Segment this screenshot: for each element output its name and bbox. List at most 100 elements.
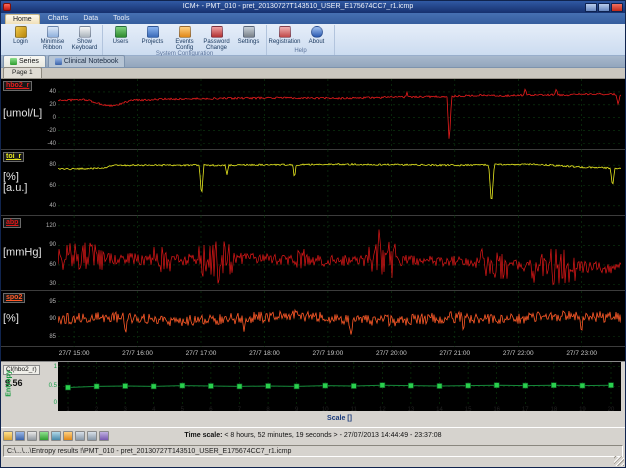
time-label-27-7-21-00: 27/7 21:00 <box>439 350 471 357</box>
time-label-27-7-22-00: 27/7 22:00 <box>502 350 534 357</box>
signal-label-hbo2-r[interactable]: hbo2_r <box>3 81 33 91</box>
chart-panel-spo2: spo2 [%] 95 90 85 <box>1 291 625 347</box>
tab-clinical-notebook[interactable]: Clinical Notebook <box>47 55 126 67</box>
app-icon[interactable] <box>3 3 11 11</box>
signal-label-toi-r[interactable]: toi_r <box>3 152 25 162</box>
open-icon[interactable] <box>3 430 13 441</box>
ribbon-button-label: About <box>308 39 325 45</box>
ribbon-button-label: Password Change <box>203 39 230 51</box>
ribbon-button-label: Login <box>13 39 28 45</box>
scale-tick-11: 11 <box>350 407 357 413</box>
time-label-27-7-15-00: 27/7 15:00 <box>58 350 90 357</box>
time-range-value: - 27/07/2013 14:44:49 - 23:37:08 <box>339 432 442 439</box>
ribbon-button-events-config[interactable]: Events Config <box>169 25 200 51</box>
unit-label-spo2: [%] <box>3 312 19 324</box>
ribbon-button-users[interactable]: Users <box>105 25 136 45</box>
events-icon[interactable] <box>63 430 73 441</box>
plot-abp[interactable] <box>57 216 622 296</box>
tab-charts[interactable]: Charts <box>41 14 76 24</box>
unit-label-toi-r: [%] [a.u.] <box>3 170 28 194</box>
signal-label-abp[interactable]: abp <box>3 218 22 228</box>
projects-icon <box>146 26 159 38</box>
tab-clinical-notebook-label: Clinical Notebook <box>63 58 119 65</box>
ribbon-button-label: Events Config <box>175 39 194 51</box>
y-tick-label: 90 <box>49 242 56 249</box>
scale-tick-5: 5 <box>180 407 184 413</box>
ribbon-button-login[interactable]: Login <box>5 25 36 45</box>
ribbon-tab-bar: Home Charts Data Tools <box>1 13 625 24</box>
bottom-toolbar: Time scale: < 8 hours, 52 minutes, 19 se… <box>1 427 625 443</box>
page-tab-bar: Page 1 <box>1 67 625 79</box>
time-label-27-7-19-00: 27/7 19:00 <box>312 350 344 357</box>
save-icon[interactable] <box>15 430 25 441</box>
print-icon[interactable] <box>27 430 37 441</box>
plot-hbo2-r[interactable] <box>57 79 622 155</box>
tab-data[interactable]: Data <box>76 14 105 24</box>
ribbon-group-buttons: Users Projects Events Config Password Chang… <box>105 25 264 51</box>
panel-margin-toi-r: toi_r [%] [a.u.] 80 60 40 <box>1 150 58 215</box>
ribbon-group-buttons: Registration About <box>269 25 332 48</box>
scale-tick-4: 4 <box>152 407 156 413</box>
keyboard-icon <box>78 26 91 38</box>
tab-series[interactable]: Series <box>3 55 46 67</box>
plot-spo2[interactable] <box>57 291 622 352</box>
panel-margin-hbo2-r: hbo2_r [umol/L] 40 20 0 -20 -40 <box>1 79 58 149</box>
close-button[interactable] <box>611 2 623 12</box>
y-tick-label: 60 <box>49 182 56 189</box>
entropy-axis-title: Entropy <box>5 370 13 397</box>
tab-page-1[interactable]: Page 1 <box>3 67 42 78</box>
y-tick-label: 20 <box>49 101 56 108</box>
entropy-x-axis-title: Scale [] <box>327 415 352 422</box>
minimize-button[interactable] <box>585 2 597 12</box>
ribbon-button-password-change[interactable]: Password Change <box>201 25 232 51</box>
scale-tick-14: 14 <box>436 407 443 413</box>
chart-icon[interactable] <box>39 430 49 441</box>
time-scale-value: < 8 hours, 52 minutes, 19 seconds > <box>224 432 338 439</box>
tab-tools[interactable]: Tools <box>106 14 136 24</box>
ribbon-button-registration[interactable]: Registration <box>269 25 301 45</box>
chart-panel-hbo2-r: hbo2_r [umol/L] 40 20 0 -20 -40 <box>1 79 625 150</box>
y-tick-label: 30 <box>49 281 56 288</box>
ribbon-button-projects[interactable]: Projects <box>137 25 168 45</box>
maximize-button[interactable] <box>598 2 610 12</box>
scale-tick-15: 15 <box>464 407 472 413</box>
ribbon-button-settings[interactable]: Settings <box>233 25 264 45</box>
window-title: ICM+ - PMT_010 - pret_20130727T143510_US… <box>182 3 414 10</box>
filter-icon[interactable] <box>99 430 109 441</box>
scale-tick-2: 2 <box>94 407 99 413</box>
time-axis: 27/7 15:00 27/7 16:00 27/7 17:00 27/7 18:00… <box>1 347 625 361</box>
plot-toi-r[interactable] <box>57 150 622 221</box>
scale-tick-7: 7 <box>237 407 242 413</box>
ribbon-group-help: Registration About Help <box>267 25 335 55</box>
scale-tick-19: 19 <box>579 407 586 413</box>
scale-tick-17: 17 <box>521 407 529 413</box>
y-tick-label: 40 <box>49 88 56 95</box>
scale-tick-9: 9 <box>294 407 299 413</box>
scale-tick-12: 12 <box>379 407 386 413</box>
scale-tick-8: 8 <box>266 407 270 413</box>
file-path: C:\...\...\Entropy results !\PMT_010 - p… <box>3 445 623 457</box>
ribbon-button-about[interactable]: About <box>301 25 332 45</box>
y-tick-label: 0 <box>52 114 56 121</box>
entropy-plot[interactable] <box>58 362 621 411</box>
entropy-y-tick: 1 <box>53 363 57 370</box>
panel-margin-spo2: spo2 [%] 95 90 85 <box>1 291 58 346</box>
zoom-out-icon[interactable] <box>87 430 97 441</box>
unit-label-abp: [mmHg] <box>3 246 42 259</box>
ribbon-button-minimise-ribbon[interactable]: Minimise Ribbon <box>37 25 68 51</box>
tab-home[interactable]: Home <box>5 14 40 24</box>
y-tick-label: 120 <box>45 222 56 229</box>
resize-grip[interactable] <box>614 456 624 466</box>
signal-label-spo2[interactable]: spo2 <box>3 293 26 303</box>
document-tab-bar: Series Clinical Notebook <box>1 55 625 68</box>
zoom-in-icon[interactable] <box>75 430 85 441</box>
y-tick-label: 60 <box>49 261 56 268</box>
entropy-margin: Cl(hbo2_r) 9.56 Entropy 1 0.5 0 <box>1 362 58 428</box>
table-icon[interactable] <box>51 430 61 441</box>
chart-panels: hbo2_r [umol/L] 40 20 0 -20 -40 toi_r [%] [a.u.] 8… <box>1 79 625 347</box>
ribbon-button-show-keyboard[interactable]: Show Keyboard <box>69 25 100 51</box>
icm-window: ICM+ - PMT_010 - pret_20130727T143510_US… <box>0 0 626 468</box>
scale-tick-10: 10 <box>321 407 329 413</box>
y-tick-label: 40 <box>49 202 56 209</box>
chart-area: hbo2_r [umol/L] 40 20 0 -20 -40 toi_r [%] [a.u.] 8… <box>1 79 625 361</box>
